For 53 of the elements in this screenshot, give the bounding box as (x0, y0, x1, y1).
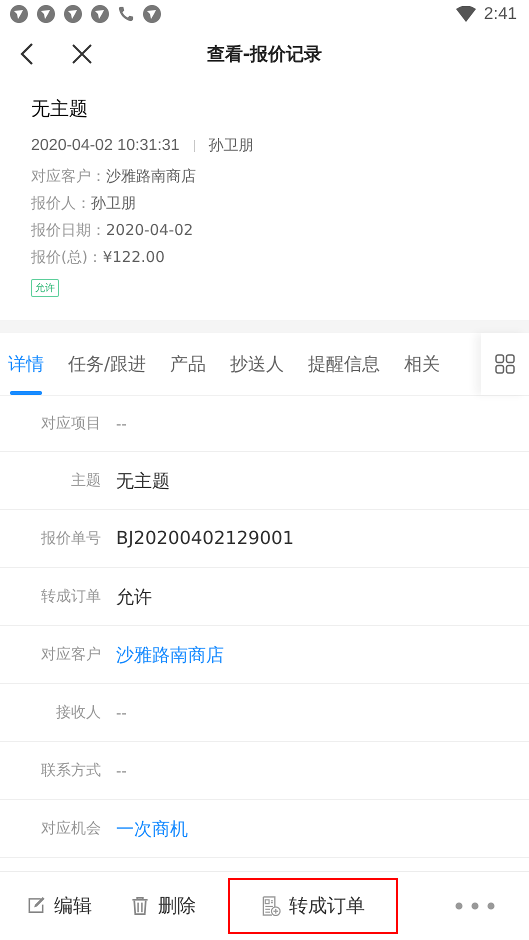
field-value: -- (116, 704, 127, 722)
field-value: 孙卫朋 (91, 194, 136, 212)
field-label: 报价日期： (31, 221, 106, 239)
tab[interactable]: 任务/跟进 (68, 333, 146, 395)
trash-icon (130, 896, 150, 916)
notification-app-icon (64, 5, 82, 23)
field-value: 允许 (116, 586, 152, 608)
more-icon[interactable] (455, 902, 495, 910)
field-label: 对应项目 (40, 414, 101, 433)
field-value: 2020-04-02 (106, 221, 194, 239)
field-value: -- (116, 762, 127, 780)
back-icon[interactable] (20, 43, 34, 65)
clock-time: 2:41 (484, 4, 517, 24)
link[interactable]: 沙雅路南商店 (116, 642, 224, 666)
field-label: 对应客户： (31, 167, 106, 185)
field-label: 主题 (70, 471, 101, 490)
status-tag: 允许 (31, 279, 59, 297)
action-button[interactable]: 编辑 (24, 878, 94, 934)
record-datetime: 2020-04-02 10:31:31 (31, 136, 180, 154)
notification-app-icon (91, 5, 109, 23)
tab[interactable]: 相关 (404, 333, 440, 395)
document-plus-icon (261, 896, 281, 916)
field-label: 对应机会 (40, 819, 101, 838)
tab[interactable]: 产品 (170, 333, 206, 395)
field-value: -- (116, 414, 127, 432)
tab[interactable]: 抄送人 (230, 333, 284, 395)
field-label: 接收人 (55, 703, 101, 722)
tab[interactable]: 详情 (8, 333, 44, 395)
tab[interactable]: 提醒信息 (308, 333, 380, 395)
record-title: 无主题 (31, 97, 88, 122)
link[interactable]: 一次商机 (116, 816, 188, 840)
notification-app-icon (10, 5, 28, 23)
field-label: 报价(总)： (31, 248, 103, 266)
wifi-icon (456, 6, 476, 22)
field-label: 联系方式 (40, 761, 101, 780)
notification-app-icon (37, 5, 55, 23)
field-label: 报价单号 (40, 529, 101, 548)
record-author: 孙卫朋 (208, 136, 254, 155)
field-value: 无主题 (116, 470, 170, 492)
field-label: 报价人： (31, 194, 91, 212)
field-value: 沙雅路南商店 (106, 167, 196, 185)
field-label: 对应客户 (40, 645, 101, 664)
notification-app-icon (143, 5, 161, 23)
field-label: 转成订单 (40, 587, 101, 606)
edit-icon (26, 896, 46, 916)
field-value: BJ20200402129001 (116, 528, 294, 549)
page-title: 查看-报价记录 (206, 43, 322, 66)
close-icon[interactable] (72, 44, 92, 64)
field-value: ¥122.00 (102, 248, 165, 266)
phone-icon (118, 5, 134, 23)
action-button[interactable]: 转成订单 (228, 878, 398, 934)
action-button[interactable]: 删除 (128, 878, 198, 934)
grid-icon[interactable] (495, 354, 515, 374)
